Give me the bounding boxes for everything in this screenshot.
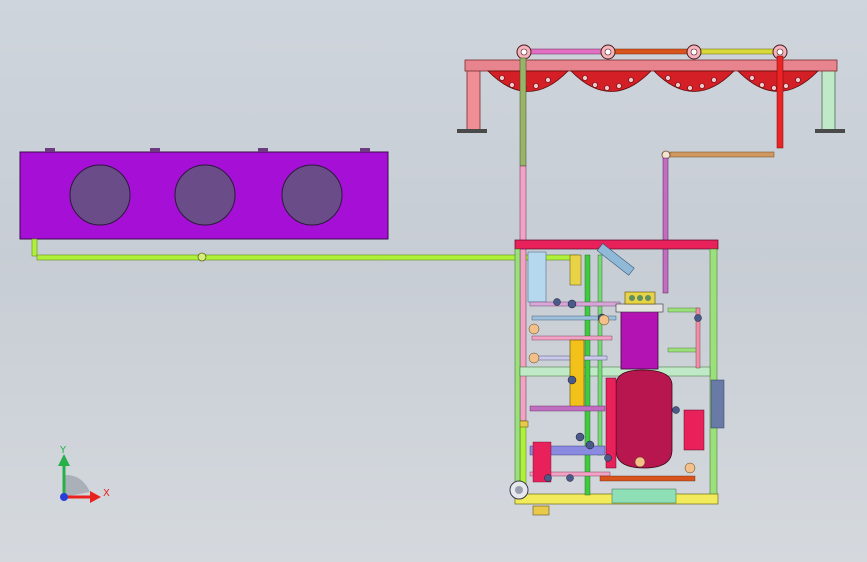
evap-red-riser [776,55,784,149]
receiver-right-block [683,409,705,451]
compressor-skid[interactable] [509,239,725,516]
liquid-line-fitting [197,252,207,262]
tan-connector-pipe [669,151,775,158]
compressor-flange [615,303,664,313]
suction-riser-lower-green [519,420,527,490]
condenser-fan-2 [174,164,236,226]
triad-x-label: X [103,488,110,499]
condenser-top-bracket [258,148,268,152]
skid-frame-top-rail [514,239,719,250]
skid-blue-panel [527,251,547,303]
condenser-unit[interactable] [19,148,389,257]
suction-riser-green [519,57,527,167]
compressor-sight [645,295,651,301]
purple-discharge-pipe [662,157,669,294]
suction-accumulator-core [515,486,523,494]
triad-origin-shade [64,474,90,497]
compressor-sight [629,295,635,301]
skid-green-vertical-1 [584,254,591,496]
rack-foot-left [457,129,487,133]
skid-control-panel [710,379,725,429]
condenser-top-bracket [150,148,160,152]
skid-base-block [611,488,677,504]
condenser-outlet-stub [31,238,38,257]
condenser-top-bracket [360,148,370,152]
coordinate-triad: X Y [58,445,110,503]
skid-horizontal-pipe-3 [531,335,613,341]
rack-foot-right [815,129,845,133]
suction-riser-pink [519,165,527,422]
evap-manifold-yellow [693,48,781,55]
rack-leg-left [466,69,481,133]
condenser-top-bracket [45,148,55,152]
evap-manifold-pink [524,48,608,55]
skid-frame-right-post [709,248,718,498]
evap-manifold-orange [606,48,695,55]
cad-viewport[interactable]: X Y [0,0,867,562]
skid-horizontal-pipe-4 [531,355,608,361]
skid-yellow-filter [569,254,582,286]
skid-lower-pipe-1 [529,405,606,412]
skid-lower-pipe-4 [599,475,696,482]
condenser-fan-1 [69,164,131,226]
skid-right-pipe [667,307,699,313]
skid-frame-mid-rail [519,366,711,377]
evaporator-rack[interactable] [457,44,845,133]
compressor-body [620,310,659,370]
condenser-fan-3 [281,164,343,226]
evaporator-fan-3 [653,70,735,92]
triad-z-origin [60,493,68,501]
receiver-tank [615,369,673,469]
triad-x-arrowhead [90,491,101,503]
evaporator-fan-1 [487,70,569,92]
skid-drain-valve [532,505,550,516]
rack-leg-right [821,69,836,133]
liquid-line [36,252,578,262]
skid-frame-left-post [514,248,521,498]
compressor-sight [637,295,643,301]
filter-drier [569,339,585,411]
triad-y-label: Y [59,445,67,456]
skid-green-vertical-2 [597,254,603,456]
evaporator-fan-2 [570,70,652,92]
skid-right-pipe [667,347,699,353]
